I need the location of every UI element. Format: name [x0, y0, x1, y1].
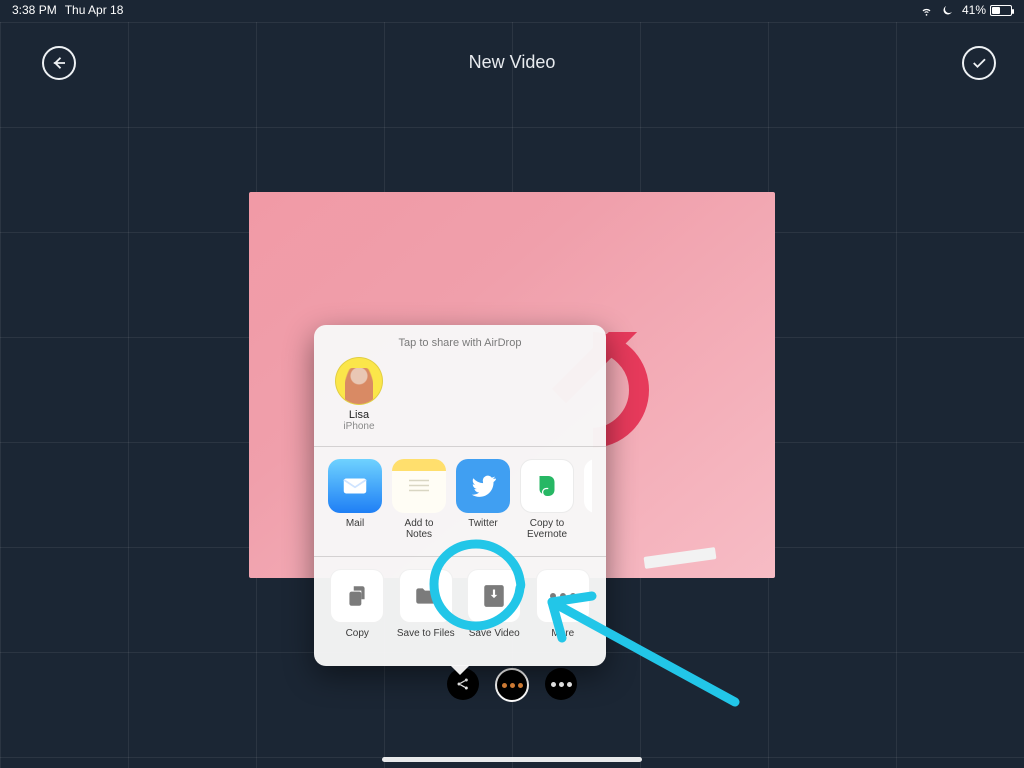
app-label: Copy to Evernote	[520, 518, 574, 540]
dots-icon	[551, 682, 572, 687]
airdrop-section: Tap to share with AirDrop Lisa iPhone	[314, 325, 606, 447]
folder-icon	[399, 569, 453, 623]
page-title: New Video	[469, 52, 556, 73]
action-label: Save to Files	[397, 628, 456, 650]
app-label: Add to Notes	[392, 518, 446, 540]
navbar: New Video	[0, 22, 1024, 102]
airdrop-header: Tap to share with AirDrop	[324, 333, 596, 357]
more-icon	[536, 569, 590, 623]
share-app-evernote[interactable]: Copy to Evernote	[520, 459, 574, 540]
action-label: Save Video	[465, 628, 524, 650]
share-app-notes[interactable]: Add to Notes	[392, 459, 446, 540]
arrow-left-icon	[50, 54, 68, 72]
dots-icon	[502, 683, 523, 688]
share-sheet: Tap to share with AirDrop Lisa iPhone Ma…	[314, 325, 606, 666]
airdrop-name: Lisa	[328, 409, 390, 421]
status-time: 3:38 PM	[12, 3, 57, 17]
avatar	[335, 357, 383, 405]
battery-indicator: 41%	[962, 3, 1012, 17]
action-more[interactable]: More	[534, 569, 593, 650]
action-label: More	[534, 628, 593, 650]
apps-section: Mail Add to Notes Twitter Copy to Everno…	[314, 447, 606, 557]
share-app-overflow[interactable]	[584, 459, 592, 540]
action-save-files[interactable]: Save to Files	[397, 569, 456, 650]
app-label: Mail	[328, 518, 382, 540]
options-button[interactable]	[495, 668, 529, 702]
app-label: Twitter	[456, 518, 510, 540]
wifi-icon	[920, 4, 933, 17]
action-copy[interactable]: Copy	[328, 569, 387, 650]
copy-icon	[330, 569, 384, 623]
status-bar: 3:38 PM Thu Apr 18 41%	[0, 0, 1024, 20]
home-indicator[interactable]	[382, 757, 642, 762]
twitter-icon	[456, 459, 510, 513]
battery-percent: 41%	[962, 3, 986, 17]
dnd-moon-icon	[941, 4, 954, 17]
evernote-icon	[520, 459, 574, 513]
share-app-mail[interactable]: Mail	[328, 459, 382, 540]
save-video-icon	[467, 569, 521, 623]
underline-decoration	[644, 547, 717, 569]
airdrop-contact[interactable]: Lisa iPhone	[328, 357, 390, 432]
action-save-video[interactable]: Save Video	[465, 569, 524, 650]
check-icon	[970, 54, 988, 72]
more-button[interactable]	[545, 668, 577, 700]
actions-section: Copy Save to Files Save Video More	[314, 557, 606, 666]
mail-icon	[328, 459, 382, 513]
share-app-twitter[interactable]: Twitter	[456, 459, 510, 540]
airdrop-device: iPhone	[328, 421, 390, 432]
back-button[interactable]	[42, 46, 76, 80]
share-icon	[455, 676, 471, 692]
status-date: Thu Apr 18	[65, 3, 124, 17]
notes-icon	[392, 459, 446, 513]
confirm-button[interactable]	[962, 46, 996, 80]
action-label: Copy	[328, 628, 387, 650]
